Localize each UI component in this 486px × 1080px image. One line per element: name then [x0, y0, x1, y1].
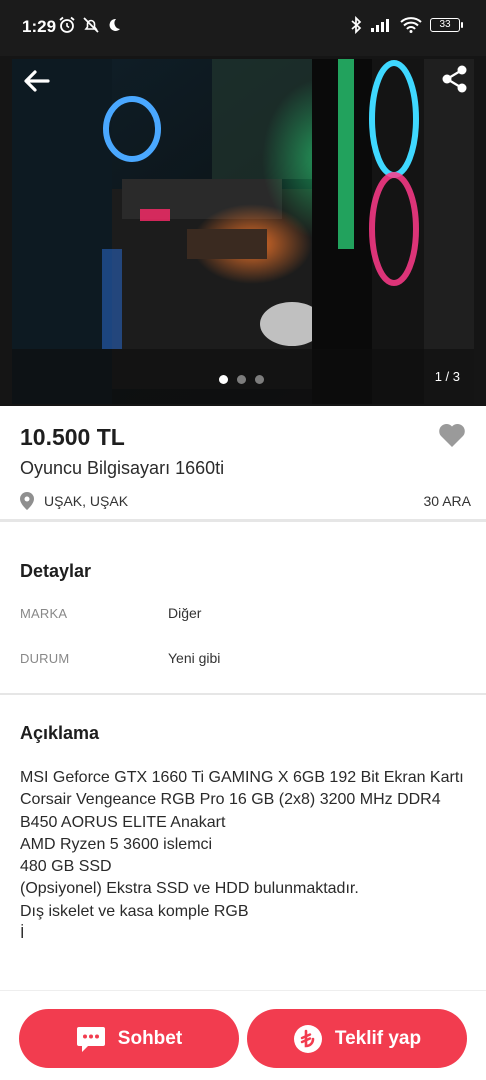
- do-not-disturb-moon-icon: [109, 18, 120, 31]
- description-line: MSI Geforce GTX 1660 Ti GAMING X 6GB 192…: [20, 769, 464, 786]
- status-bar: 1:29 33: [0, 0, 486, 56]
- listing-price: 10.500 TL: [20, 424, 125, 450]
- listing-location: UŞAK, UŞAK: [44, 493, 129, 509]
- chat-bubble-icon: [76, 1026, 105, 1052]
- notifications-off-icon: [83, 17, 99, 33]
- location-row: UŞAK, UŞAK 30 ARA: [20, 492, 471, 512]
- description-line: AMD Ryzen 5 3600 islemci: [20, 835, 213, 853]
- photo-gallery[interactable]: 1 / 3: [0, 56, 486, 406]
- description-body: MSI Geforce GTX 1660 Ti GAMING X 6GB 192…: [20, 767, 470, 945]
- divider: [0, 519, 486, 522]
- description-line: B450 AORUS ELITE Anakart: [20, 813, 226, 831]
- status-left-icons: [58, 16, 122, 34]
- photo-counter: 1 / 3: [434, 369, 460, 384]
- gallery-dots: [219, 375, 264, 384]
- description-line: Dış iskelet ve kasa komple RGB: [20, 902, 249, 920]
- gallery-dot[interactable]: [219, 375, 228, 384]
- listing-date: 30 ARA: [423, 493, 471, 509]
- detail-value-brand: Diğer: [168, 605, 202, 621]
- divider: [0, 693, 486, 695]
- chat-button-label: Sohbet: [117, 1027, 183, 1049]
- description-line: (Opsiyonel) Ekstra SSD ve HDD bulunmakta…: [20, 880, 359, 898]
- lira-coin-icon: [293, 1024, 322, 1053]
- description-line: Corsair Vengeance RGB Pro 16 GB (2x8) 32…: [20, 791, 441, 809]
- details-heading: Detaylar: [20, 561, 92, 581]
- status-time: 1:29: [22, 17, 57, 36]
- location-pin-icon: [20, 492, 34, 510]
- bluetooth-icon: [351, 16, 362, 34]
- detail-key-condition: DURUM: [20, 651, 70, 666]
- description-line: İ: [20, 925, 25, 943]
- detail-value-condition: Yeni gibi: [168, 650, 221, 666]
- description-line: 480 GB SSD: [20, 858, 112, 876]
- favorite-heart-icon[interactable]: [438, 422, 466, 448]
- back-arrow-icon[interactable]: [20, 64, 54, 98]
- listing-photo[interactable]: [12, 59, 474, 404]
- battery-indicator: 33: [430, 18, 463, 32]
- chat-button[interactable]: Sohbet: [19, 1009, 239, 1068]
- alarm-icon: [59, 16, 75, 33]
- make-offer-button-label: Teklif yap: [334, 1027, 422, 1049]
- status-right-icons: 33: [350, 16, 463, 34]
- pc-case-photo-illustration: [12, 59, 474, 404]
- description-heading: Açıklama: [20, 723, 100, 743]
- bottom-action-bar: Sohbet Teklif yap: [0, 990, 486, 1080]
- listing-title: Oyuncu Bilgisayarı 1660ti: [20, 458, 225, 478]
- wifi-icon: [400, 17, 422, 33]
- make-offer-button[interactable]: Teklif yap: [247, 1009, 467, 1068]
- signal-icon: [371, 19, 389, 32]
- gallery-dot[interactable]: [237, 375, 246, 384]
- detail-key-brand: MARKA: [20, 606, 68, 621]
- share-icon[interactable]: [440, 64, 470, 94]
- gallery-dot[interactable]: [255, 375, 264, 384]
